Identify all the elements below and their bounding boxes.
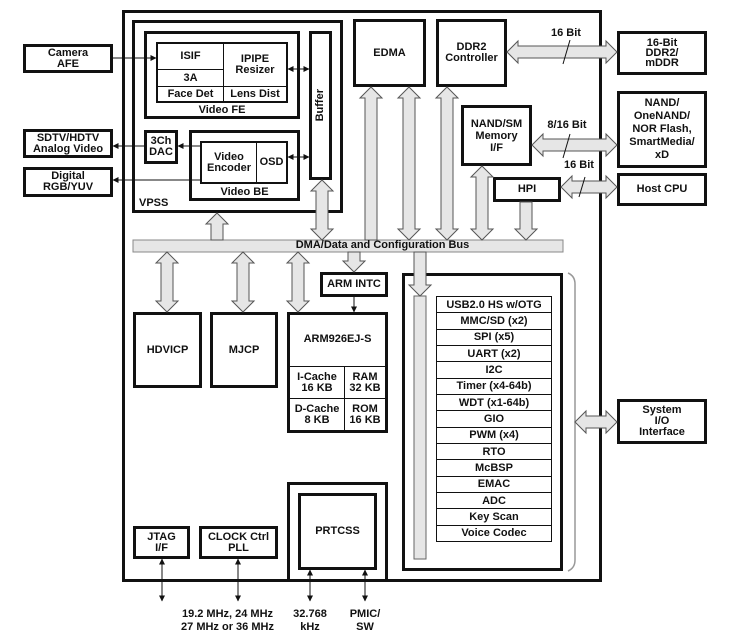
- vpss-label: VPSS: [139, 197, 169, 209]
- prtcss-label: PRTCSS: [315, 525, 360, 537]
- sdtv-hdtv-block: SDTV/HDTV Analog Video: [23, 129, 113, 158]
- peripheral-list: USB2.0 HS w/OTG MMC/SD (x2) SPI (x5) UAR…: [436, 296, 552, 542]
- camera-afe-block: Camera AFE: [23, 44, 113, 73]
- peripheral-item: GIO: [437, 411, 551, 428]
- hdvicp-block: HDVICP: [133, 312, 202, 388]
- peripheral-item: EMAC: [437, 477, 551, 493]
- arm926-core-label: ARM926EJ-S: [303, 333, 372, 345]
- lens-dist-cell: Lens Dist: [230, 87, 280, 100]
- nand-sm-memory-if-block: NAND/SM Memory I/F: [461, 105, 532, 166]
- arm-intc-block: ARM INTC: [320, 272, 388, 297]
- video-be-grid: Video Encoder OSD: [200, 141, 288, 184]
- isif-cell: ISIF: [158, 44, 224, 70]
- 3ch-dac-block: 3Ch DAC: [144, 130, 178, 164]
- peripheral-item: ADC: [437, 493, 551, 510]
- video-encoder-cell: Video Encoder: [202, 143, 257, 182]
- clock-frequencies-label: 19.2 MHz, 24 MHz 27 MHz or 36 MHz: [181, 608, 274, 633]
- buffer-label: Buffer: [314, 89, 326, 122]
- 3a-cell: 3A: [158, 70, 224, 87]
- peripheral-item: MMC/SD (x2): [437, 313, 551, 330]
- hpi-bus-width-label: 16 Bit: [564, 159, 594, 171]
- mjcp-block: MJCP: [210, 312, 278, 388]
- peripheral-item: Timer (x4-64b): [437, 379, 551, 395]
- peripheral-item: UART (x2): [437, 346, 551, 363]
- video-fe-label: Video FE: [198, 104, 246, 116]
- rom-cell: ROM 16 KB: [349, 402, 381, 426]
- video-be-label: Video BE: [220, 186, 269, 198]
- peripheral-item: Key Scan: [437, 509, 551, 526]
- peripheral-item: USB2.0 HS w/OTG: [437, 297, 551, 314]
- arm926-memory-grid: I-Cache 16 KB RAM 32 KB D-Cache 8 KB ROM…: [287, 366, 388, 433]
- rtc-frequency-label: 32.768 kHz: [293, 608, 327, 633]
- digital-rgb-yuv-block: Digital RGB/YUV: [23, 167, 113, 197]
- face-det-cell: Face Det: [158, 87, 224, 101]
- peripheral-item: McBSP: [437, 460, 551, 477]
- peripheral-item: RTO: [437, 444, 551, 461]
- hpi-block: HPI: [493, 177, 561, 202]
- ipipe-resizer-cell: IPIPE Resizer: [224, 44, 286, 87]
- jtag-block: JTAG I/F: [133, 526, 190, 559]
- ddr2-controller-block: DDR2 Controller: [436, 19, 507, 87]
- peripheral-item: PWM (x4): [437, 428, 551, 444]
- system-io-block: System I/O Interface: [617, 399, 707, 444]
- video-fe-grid: ISIF 3A Face Det IPIPE Resizer Lens Dist: [156, 42, 288, 103]
- ram-cell: RAM 32 KB: [345, 367, 385, 399]
- edma-block: EDMA: [353, 19, 426, 87]
- osd-cell: OSD: [259, 156, 284, 168]
- dma-bus-label: DMA/Data and Configuration Bus: [295, 239, 470, 251]
- nand-flash-block: NAND/ OneNAND/ NOR Flash, SmartMedia/ xD: [617, 91, 707, 168]
- icache-cell: I-Cache 16 KB: [290, 367, 345, 399]
- peripheral-item: SPI (x5): [437, 330, 551, 346]
- ddr-bus-width-label: 16 Bit: [551, 27, 581, 39]
- host-cpu-block: Host CPU: [617, 173, 707, 206]
- peripheral-item: Voice Codec: [461, 527, 527, 540]
- clock-ctrl-pll-block: CLOCK Ctrl PLL: [199, 526, 278, 559]
- pmic-sw-label: PMIC/ SW: [349, 608, 381, 633]
- peripheral-item: WDT (x1-64b): [437, 395, 551, 412]
- prtcss-block: PRTCSS: [298, 493, 377, 570]
- nand-bus-width-label: 8/16 Bit: [547, 119, 587, 131]
- buffer-block: Buffer: [309, 31, 332, 180]
- peripheral-item: I2C: [437, 362, 551, 379]
- dcache-cell: D-Cache 8 KB: [290, 399, 345, 430]
- ddr2-memory-block: 16-Bit DDR2/ mDDR: [617, 31, 707, 75]
